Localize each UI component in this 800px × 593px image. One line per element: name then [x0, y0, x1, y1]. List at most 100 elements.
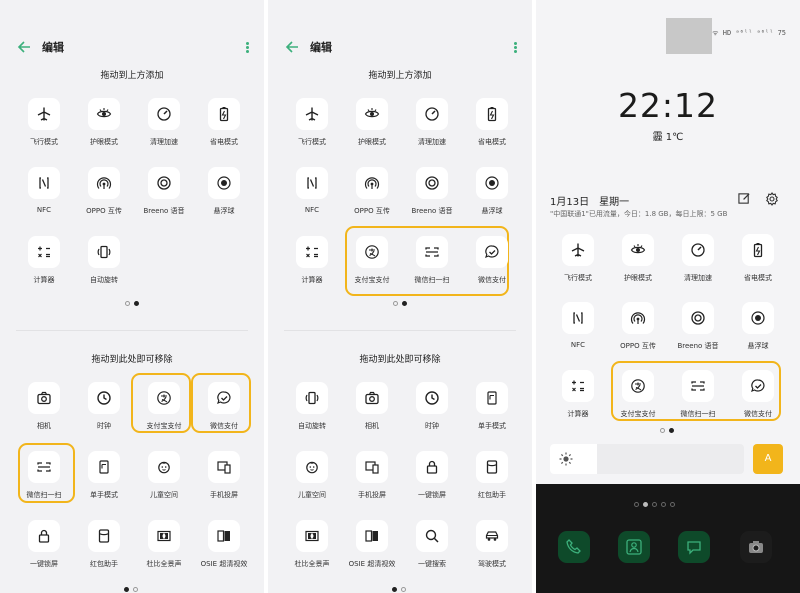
toggle-tile[interactable]: 微信扫一扫 — [669, 368, 727, 430]
toggle-tile[interactable]: OPPO 互传 — [609, 300, 667, 362]
toggle-tile[interactable]: 驾驶模式 — [463, 518, 521, 580]
messages-icon — [687, 541, 701, 555]
toggle-tile[interactable]: 手机投屏 — [195, 449, 253, 511]
more-options-icon[interactable] — [514, 42, 518, 54]
nfc-icon — [573, 312, 583, 324]
toggle-tile[interactable]: 时钟 — [403, 380, 461, 442]
toggle-icon-box — [476, 382, 508, 414]
toggle-icon-box — [148, 167, 180, 199]
toggle-icon-box — [476, 520, 508, 552]
toggle-tile[interactable]: 清理加速 — [669, 232, 727, 294]
toggle-tile[interactable]: 时钟 — [75, 380, 133, 442]
toggle-tile[interactable]: 护眼模式 — [75, 96, 133, 158]
toggle-tile[interactable]: OSIE 超清视效 — [343, 518, 401, 580]
toggle-tile[interactable]: 杜比全景声 — [135, 518, 193, 580]
toggle-tile[interactable]: 计算器 — [15, 234, 73, 296]
brightness-slider[interactable] — [550, 444, 744, 474]
toggle-tile[interactable]: 飞行模式 — [283, 96, 341, 158]
dock-phone[interactable] — [558, 531, 590, 563]
toggle-icon-box — [742, 370, 774, 402]
toggle-icon-box — [622, 302, 654, 334]
toggle-tile[interactable]: 计算器 — [283, 234, 341, 296]
toggle-tile[interactable]: 支付宝支付 — [135, 380, 193, 442]
airplane-icon — [305, 107, 319, 121]
toggle-tile[interactable]: 相机 — [343, 380, 401, 442]
toggle-tile[interactable]: 悬浮球 — [729, 300, 787, 362]
toggle-tile[interactable]: 微信扫一扫 — [15, 449, 73, 511]
toggle-tile[interactable]: 红包助手 — [463, 449, 521, 511]
toggle-icon-box — [416, 382, 448, 414]
toggle-tile[interactable]: 悬浮球 — [195, 165, 253, 227]
dock-messages[interactable] — [678, 531, 710, 563]
toggle-tile[interactable]: Breeno 语音 — [403, 165, 461, 227]
toggle-tile[interactable]: 一键锁屏 — [403, 449, 461, 511]
toggle-tile[interactable]: 儿童空间 — [283, 449, 341, 511]
battery-icon — [753, 243, 763, 258]
toggle-tile[interactable]: 清理加速 — [403, 96, 461, 158]
dock-contacts[interactable] — [618, 531, 650, 563]
toggle-tile[interactable]: 省电模式 — [729, 232, 787, 294]
toggle-tile[interactable]: OPPO 互传 — [343, 165, 401, 227]
toggle-tile[interactable]: 省电模式 — [195, 96, 253, 158]
toggle-tile[interactable]: NFC — [283, 165, 341, 227]
toggle-tile[interactable]: 单手模式 — [75, 449, 133, 511]
toggle-label: 悬浮球 — [481, 207, 503, 215]
auto-brightness-button[interactable]: A — [753, 444, 783, 474]
toggle-tile[interactable]: 飞行模式 — [15, 96, 73, 158]
more-options-icon[interactable] — [246, 42, 250, 54]
wechat-pay-icon — [485, 245, 499, 259]
clock-icon — [97, 391, 111, 405]
toggle-tile[interactable]: 支付宝支付 — [609, 368, 667, 430]
toggle-tile[interactable]: 悬浮球 — [463, 165, 521, 227]
toggle-tile[interactable]: 儿童空间 — [135, 449, 193, 511]
toggle-tile[interactable]: 手机投屏 — [343, 449, 401, 511]
toggle-icon-box — [296, 98, 328, 130]
toggle-tile[interactable]: 杜比全景声 — [283, 518, 341, 580]
lock-icon — [426, 460, 438, 474]
remove-section-title: 拖动到此处即可移除 — [91, 355, 173, 365]
toggle-icon-box — [208, 382, 240, 414]
toggle-tile[interactable]: 红包助手 — [75, 518, 133, 580]
dock-camera[interactable] — [740, 531, 772, 563]
toggle-tile[interactable]: 微信支付 — [195, 380, 253, 442]
toggle-tile[interactable]: 微信支付 — [463, 234, 521, 296]
toggle-icon-box — [28, 236, 60, 268]
toggle-label: 悬浮球 — [213, 207, 235, 215]
toggle-tile[interactable]: 一键锁屏 — [15, 518, 73, 580]
toggle-tile[interactable]: 相机 — [15, 380, 73, 442]
toggle-tile[interactable]: 省电模式 — [463, 96, 521, 158]
toggle-tile[interactable]: 自动旋转 — [283, 380, 341, 442]
back-arrow-icon[interactable] — [16, 39, 32, 55]
toggle-tile[interactable]: 自动旋转 — [75, 234, 133, 296]
car-icon — [485, 531, 499, 541]
toggle-label: 悬浮球 — [747, 342, 769, 350]
search-icon — [425, 529, 439, 543]
toggle-tile[interactable]: 单手模式 — [463, 380, 521, 442]
float-ball-icon — [751, 311, 765, 325]
toggle-label: 微信支付 — [478, 276, 506, 284]
one-hand-icon — [487, 391, 497, 405]
toggle-tile[interactable]: NFC — [549, 300, 607, 362]
toggle-tile[interactable]: OSIE 超清视效 — [195, 518, 253, 580]
status-bar-icons: ᯤ HD ᵃ⁶ˡˡ ᵃ⁶ˡˡ 75 — [712, 29, 786, 37]
calculator-icon — [572, 380, 584, 392]
toggle-tile[interactable]: 微信扫一扫 — [403, 234, 461, 296]
toggle-tile[interactable]: NFC — [15, 165, 73, 227]
toggle-tile[interactable]: 微信支付 — [729, 368, 787, 430]
back-arrow-icon[interactable] — [284, 39, 300, 55]
edit-icon[interactable] — [738, 192, 751, 205]
settings-gear-icon[interactable] — [765, 192, 779, 206]
toggle-label: OSIE 超清视效 — [200, 560, 248, 568]
toggle-tile[interactable]: 计算器 — [549, 368, 607, 430]
toggle-tile[interactable]: 护眼模式 — [609, 232, 667, 294]
toggle-tile[interactable]: 清理加速 — [135, 96, 193, 158]
toggle-tile[interactable]: Breeno 语音 — [669, 300, 727, 362]
toggle-tile[interactable]: 支付宝支付 — [343, 234, 401, 296]
toggle-tile[interactable]: OPPO 互传 — [75, 165, 133, 227]
toggle-icon-box — [416, 520, 448, 552]
toggle-tile[interactable]: 护眼模式 — [343, 96, 401, 158]
toggle-tile[interactable]: 一键搜索 — [403, 518, 461, 580]
page-title: 编辑 — [42, 41, 64, 54]
toggle-tile[interactable]: Breeno 语音 — [135, 165, 193, 227]
toggle-tile[interactable]: 飞行模式 — [549, 232, 607, 294]
